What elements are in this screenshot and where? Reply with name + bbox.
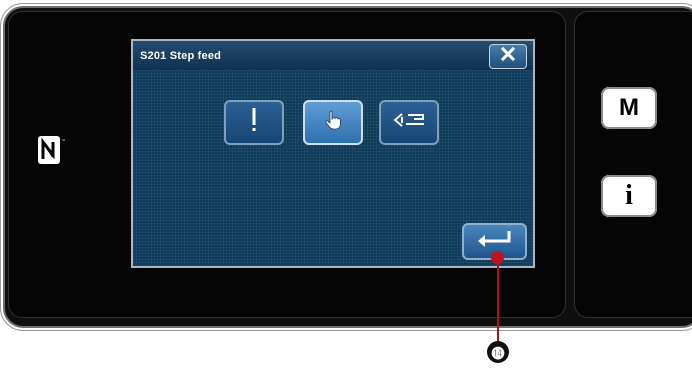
presser-foot-icon — [392, 111, 426, 134]
callout-dot — [491, 251, 504, 264]
info-key[interactable]: i — [601, 175, 657, 217]
callout-number: ⓮ — [487, 341, 509, 363]
presser-foot-mode-button[interactable] — [379, 100, 439, 145]
needle-mode-button[interactable] — [224, 100, 284, 145]
hand-pointer-icon — [324, 110, 342, 135]
callout-line — [497, 256, 499, 342]
dialog-title-bar: S201 Step feed — [133, 41, 533, 70]
manual-mode-button[interactable] — [303, 100, 363, 145]
needle-icon — [249, 107, 259, 138]
info-key-label: i — [625, 180, 633, 211]
close-icon — [500, 46, 516, 67]
side-button-area — [574, 11, 692, 318]
enter-icon — [475, 229, 515, 254]
mode-key[interactable]: M — [601, 87, 657, 129]
svg-text:™: ™ — [61, 139, 65, 145]
step-feed-dialog: S201 Step feed — [131, 39, 535, 268]
close-button[interactable] — [489, 44, 527, 69]
mode-key-label: M — [619, 94, 639, 121]
dialog-title: S201 Step feed — [140, 49, 222, 62]
nfc-icon: ™ — [37, 135, 66, 172]
